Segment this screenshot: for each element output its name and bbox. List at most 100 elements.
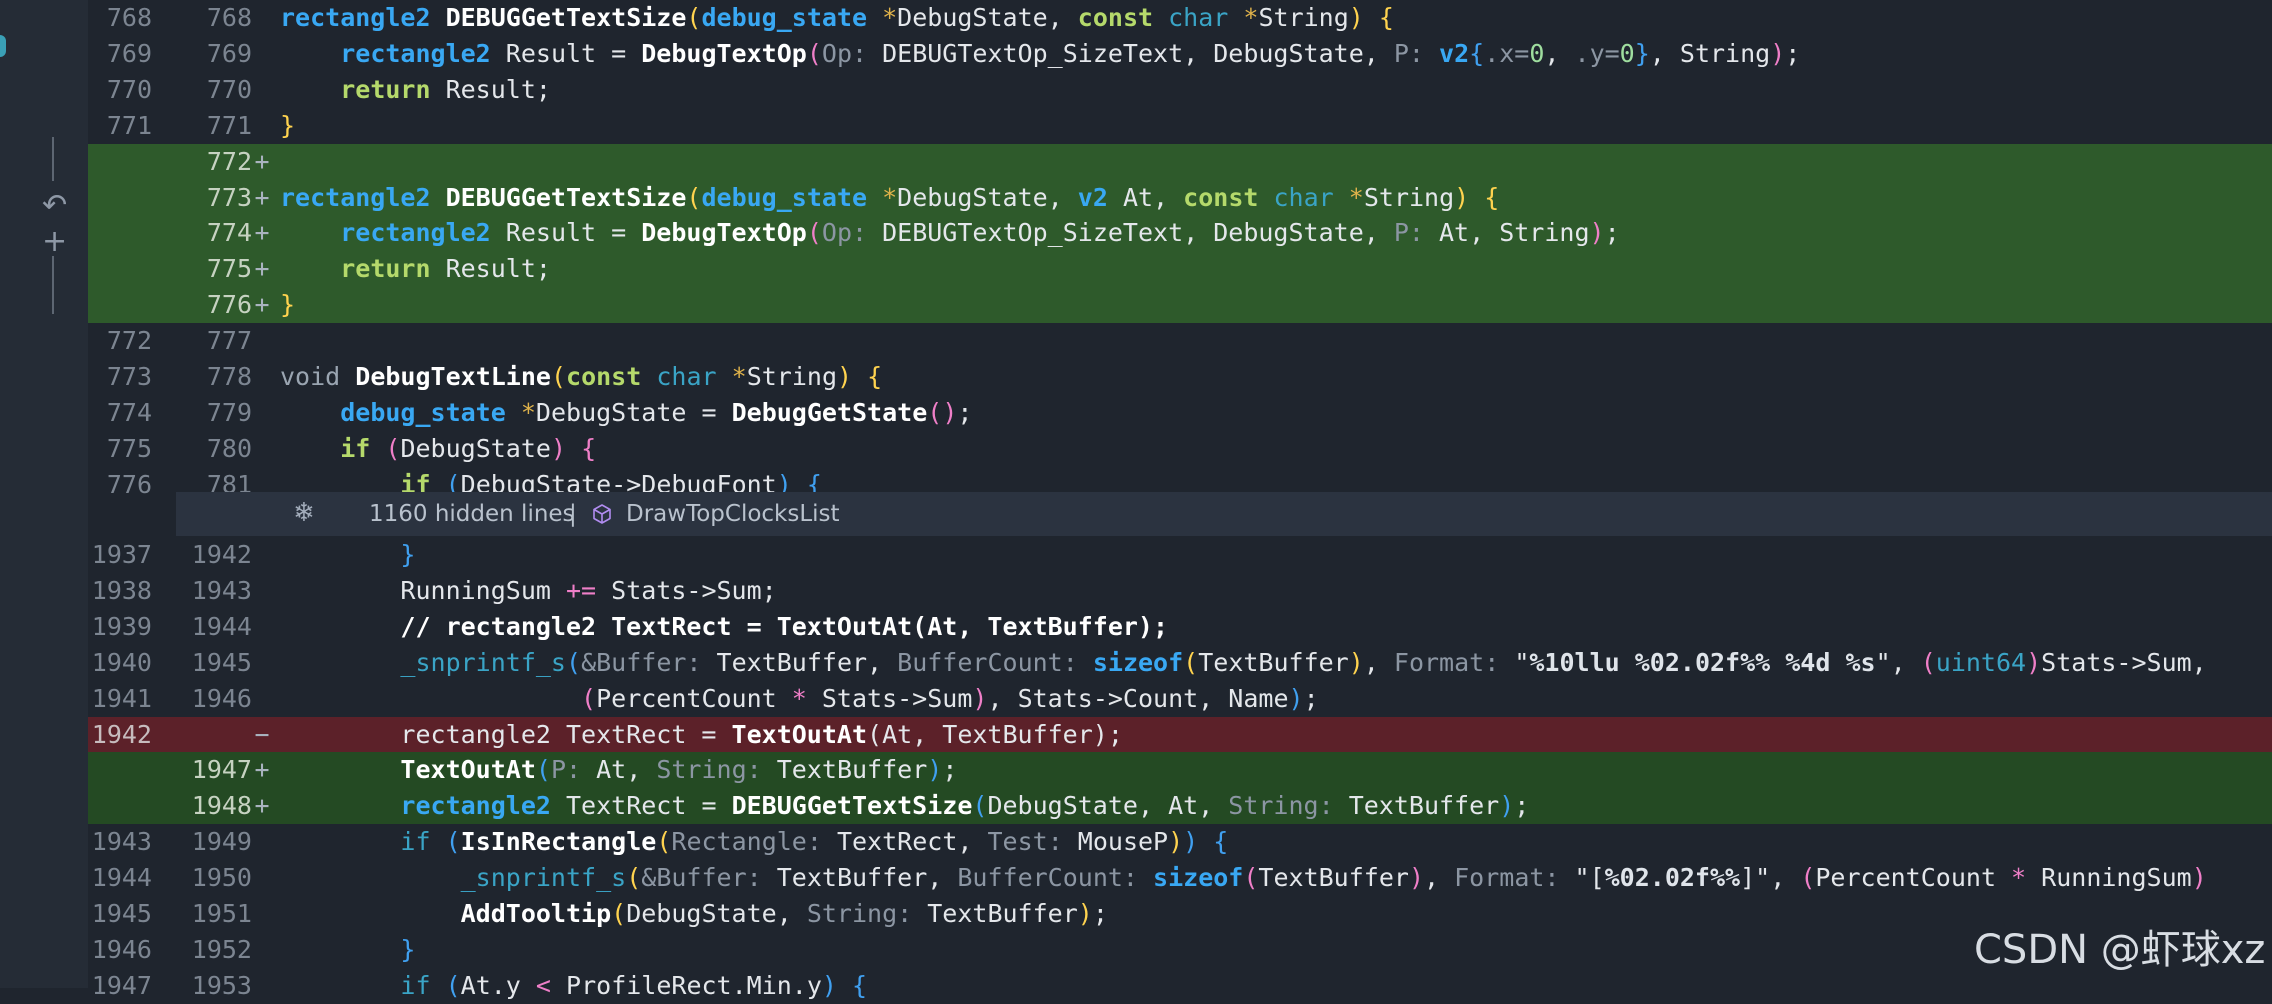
code-line[interactable]: 774 779 debug_state *DebugState = DebugGe… (88, 395, 2272, 431)
code-text[interactable]: AddTooltip(DebugState, String: TextBuffe… (280, 896, 1108, 932)
code-text[interactable]: void DebugTextLine(const char *String) { (280, 359, 882, 395)
code-line[interactable]: 775 + return Result; (88, 251, 2272, 287)
code-token: ) (550, 434, 567, 463)
hidden-lines-count[interactable]: 1160 hidden lines (369, 492, 575, 536)
code-token: , Stats->Count, Name (987, 684, 1289, 713)
code-token: .x= (1484, 39, 1530, 68)
code-text[interactable]: rectangle2 DEBUGGetTextSize(debug_state … (280, 180, 1499, 216)
code-line[interactable]: 1944 1950 _snprintf_s(&Buffer: TextBuffer… (88, 860, 2272, 896)
plus-icon[interactable]: + (42, 227, 67, 257)
code-line[interactable]: 768 768 rectangle2 DEBUGGetTextSize(debug_… (88, 0, 2272, 36)
old-line-number: 1947 (91, 971, 152, 1000)
code-text[interactable]: return Result; (280, 72, 551, 108)
old-line-number: 772 (106, 326, 152, 355)
added-marker: + (254, 791, 270, 820)
code-line[interactable]: 773 778 void DebugTextLine(const char *Str… (88, 359, 2272, 395)
code-line[interactable]: 1945 1951 AddTooltip(DebugState, String: … (88, 896, 2272, 932)
code-line[interactable]: 1940 1945 _snprintf_s(&Buffer: TextBuffer… (88, 645, 2272, 681)
code-token: { (1213, 827, 1229, 856)
code-text[interactable]: rectangle2 TextRect = DEBUGGetTextSize(D… (280, 788, 1529, 824)
code-text[interactable]: _snprintf_s(&Buffer: TextBuffer, BufferC… (280, 860, 2207, 896)
code-line[interactable]: 776 +} (88, 287, 2272, 323)
old-line-number: 775 (106, 434, 152, 463)
code-line[interactable]: 773 + rectangle2 DEBUGGetTextSize(debug_st… (88, 180, 2272, 216)
code-token: ) (1288, 684, 1304, 713)
code-text[interactable]: if (DebugState) { (280, 431, 596, 467)
old-line-number: 1945 (91, 899, 152, 928)
revert-icon[interactable]: ↶ (42, 191, 67, 221)
code-text[interactable]: (PercentCount * Stats->Sum), Stats->Coun… (280, 681, 1319, 717)
code-text[interactable]: rectangle2 DEBUGGetTextSize(debug_state … (280, 0, 1394, 36)
hidden-lines-bar[interactable]: ❄ 1160 hidden lines | DrawTopClocksList (176, 492, 2272, 536)
code-line[interactable]: 1943 1949 if (IsInRectangle(Rectangle: Te… (88, 824, 2272, 860)
code-line[interactable]: 775 780 if (DebugState) { (88, 431, 2272, 467)
code-text[interactable]: } (280, 932, 415, 968)
code-line[interactable]: 1942 − rectangle2 TextRect = TextOutAt(At… (88, 717, 2272, 753)
new-line-number: 777 (206, 326, 252, 355)
code-text[interactable]: // rectangle2 TextRect = TextOutAt(At, T… (280, 609, 1168, 645)
code-token: * (1243, 3, 1259, 32)
code-line[interactable]: 1948 + rectangle2 TextRect = DEBUGGetText… (88, 788, 2272, 824)
code-line[interactable]: 1947 1953 if (At.y < ProfileRect.Min.y) { (88, 968, 2272, 1004)
code-text[interactable]: rectangle2 Result = DebugTextOp(Op: DEBU… (280, 36, 1800, 72)
code-token: return (340, 254, 431, 283)
snowflake-icon[interactable]: ❄ (289, 498, 319, 528)
code-text[interactable]: } (280, 108, 295, 144)
code-token: Result = (490, 39, 642, 68)
code-token: ) (1348, 3, 1364, 32)
code-token: " (1499, 648, 1530, 677)
code-token: DebugGetState (731, 398, 928, 427)
code-text[interactable]: return Result; (280, 251, 551, 287)
code-token: TextBuffer, (701, 648, 898, 677)
code-token: "[ (1559, 863, 1605, 892)
code-token: P: (550, 755, 582, 784)
code-token: ( (806, 39, 822, 68)
code-token: } (1634, 39, 1650, 68)
code-line[interactable]: 1938 1943 RunningSum += Stats->Sum; (88, 573, 2272, 609)
diff-editor[interactable]: 768 768 rectangle2 DEBUGGetTextSize(debug_… (88, 0, 2272, 1000)
code-line[interactable]: 771 771} (88, 108, 2272, 144)
code-text[interactable]: rectangle2 Result = DebugTextOp(Op: DEBU… (280, 215, 1619, 251)
gutter-change-marker[interactable] (0, 35, 6, 57)
code-token: Stats->Sum; (596, 576, 777, 605)
code-line[interactable]: 1939 1944 // rectangle2 TextRect = TextOu… (88, 609, 2272, 645)
code-line[interactable]: 1941 1946 (PercentCount * Stats->Sum), St… (88, 681, 2272, 717)
code-line[interactable]: 1937 1942 } (88, 537, 2272, 573)
code-token: ( (1800, 863, 1816, 892)
code-text[interactable]: rectangle2 TextRect = TextOutAt(At, Text… (280, 717, 1122, 753)
code-line[interactable]: 769 769 rectangle2 Result = DebugTextOp(O… (88, 36, 2272, 72)
code-token: v2 (1439, 39, 1470, 68)
code-line[interactable]: 774 + rectangle2 Result = DebugTextOp(Op:… (88, 215, 2272, 251)
code-token: PercentCount (1815, 863, 2012, 892)
old-line-number: 1937 (91, 540, 152, 569)
code-line[interactable]: 772 + (88, 144, 2272, 180)
code-text[interactable]: RunningSum += Stats->Sum; (280, 573, 777, 609)
old-line-number: 1939 (91, 612, 152, 641)
code-text[interactable]: if (IsInRectangle(Rectangle: TextRect, T… (280, 824, 1228, 860)
new-line-number: 776 (206, 290, 252, 319)
code-token: DEBUGGetTextSize (445, 183, 687, 212)
code-line[interactable]: 1947 + TextOutAt(P: At, String: TextBuffe… (88, 752, 2272, 788)
code-token: ; (1303, 684, 1319, 713)
code-token: TextBuffer (1333, 791, 1500, 820)
code-text[interactable]: TextOutAt(P: At, String: TextBuffer); (280, 752, 957, 788)
code-token: * (882, 183, 898, 212)
new-line-number: 1942 (191, 540, 252, 569)
code-text[interactable]: if (At.y < ProfileRect.Min.y) { (280, 968, 867, 1004)
old-line-number: 770 (106, 75, 152, 104)
code-line[interactable]: 770 770 return Result; (88, 72, 2272, 108)
hidden-function-name[interactable]: DrawTopClocksList (626, 492, 840, 536)
code-text[interactable]: debug_state *DebugState = DebugGetState(… (280, 395, 972, 431)
code-line[interactable]: 772 777 (88, 323, 2272, 359)
code-text[interactable]: } (280, 537, 415, 573)
code-text[interactable]: } (280, 287, 295, 323)
code-line[interactable]: 1946 1952 } (88, 932, 2272, 968)
code-text[interactable]: _snprintf_s(&Buffer: TextBuffer, BufferC… (280, 645, 2206, 681)
